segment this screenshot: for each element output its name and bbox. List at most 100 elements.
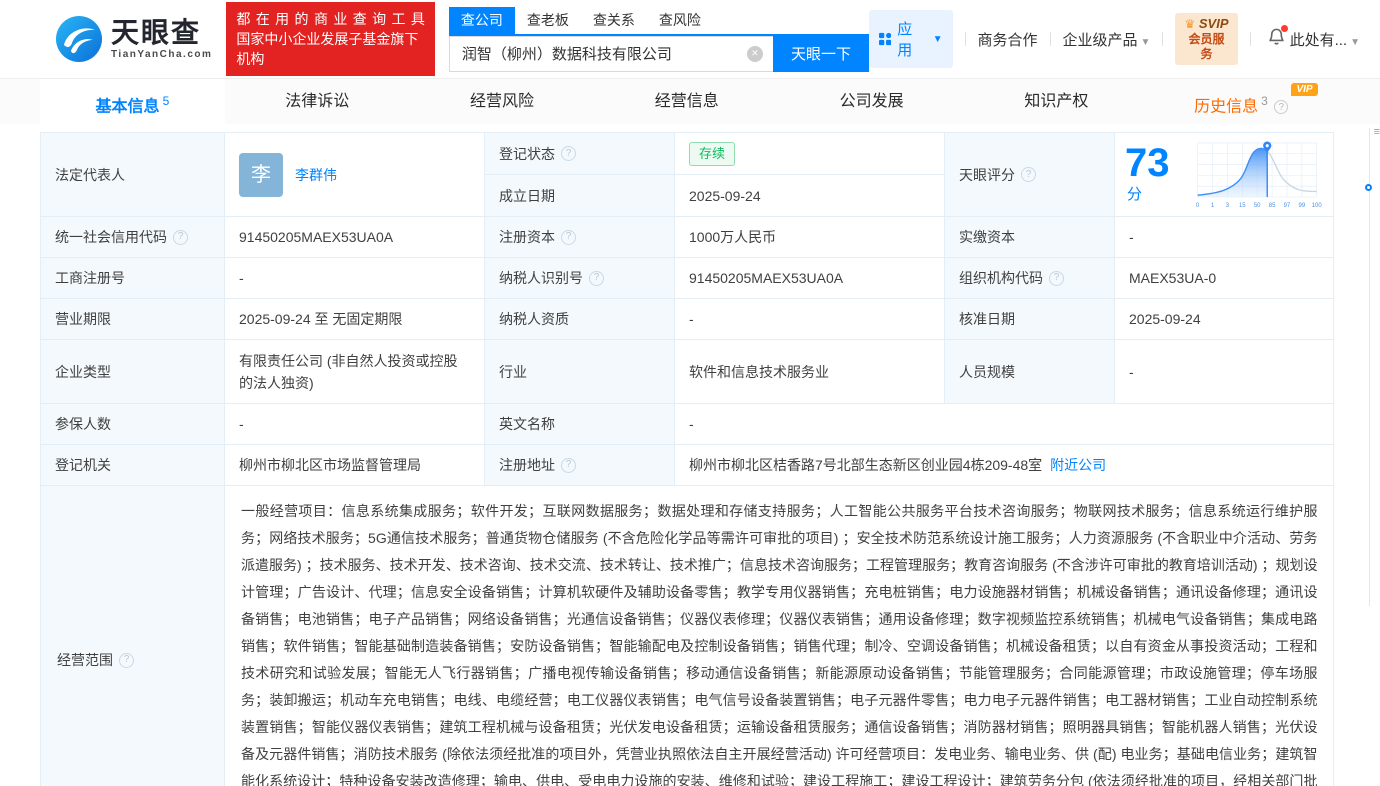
tab-operation-risk[interactable]: 经营风险 (410, 79, 595, 124)
field-label-reg-authority: 登记机关 (41, 445, 225, 486)
header: 天眼查 TianYanCha.com 都在用的商业查询工具 国家中小企业发展子基… (0, 0, 1380, 79)
help-question-icon[interactable]: ? (1021, 167, 1036, 182)
field-value-reg-status: 存续 (675, 133, 945, 175)
field-value-english-name: - (675, 404, 1334, 445)
brand-name: 天眼查 (111, 19, 212, 47)
divider (1250, 32, 1251, 46)
legal-rep-avatar[interactable]: 李 (239, 153, 283, 197)
field-label-org-code: 组织机构代码? (945, 258, 1115, 299)
field-label-score: 天眼评分? (945, 133, 1115, 217)
field-label-company-type: 企业类型 (41, 340, 225, 404)
help-question-icon[interactable]: ? (561, 458, 576, 473)
search-tab-boss[interactable]: 查老板 (515, 7, 581, 34)
field-label-taxpayer-id: 纳税人识别号? (485, 258, 675, 299)
search-tab-relation[interactable]: 查关系 (581, 7, 647, 34)
tab-basic-info[interactable]: 基本信息5 (40, 79, 225, 124)
tab-company-development[interactable]: 公司发展 (779, 79, 964, 124)
svg-text:3: 3 (1226, 203, 1230, 209)
search-tab-company[interactable]: 查公司 (449, 7, 515, 34)
search-button[interactable]: 天眼一下 (773, 36, 869, 72)
help-question-icon[interactable]: ? (561, 230, 576, 245)
nearby-companies-link[interactable]: 附近公司 (1050, 454, 1106, 476)
anchor-rail-dot[interactable] (1365, 184, 1372, 191)
help-question-icon[interactable]: ? (1049, 271, 1064, 286)
legal-rep-link[interactable]: 李群伟 (295, 164, 337, 186)
field-value-reg-address: 柳州市柳北区桔香路7号北部生态新区创业园4栋209-48室 附近公司 (675, 445, 1334, 486)
status-badge: 存续 (689, 142, 735, 166)
field-label-taxpayer-quality: 纳税人资质 (485, 299, 675, 340)
notifications-bell[interactable] (1267, 27, 1286, 51)
promo-banner: 都在用的商业查询工具 国家中小企业发展子基金旗下机构 (226, 2, 434, 76)
chevron-down-icon: ▼ (933, 34, 943, 45)
search-tab-risk[interactable]: 查风险 (647, 7, 713, 34)
field-value-taxpayer-quality: - (675, 299, 945, 340)
divider (1162, 32, 1163, 46)
field-value-taxpayer-id: 91450205MAEX53UA0A (675, 258, 945, 299)
field-value-insured-count: - (225, 404, 485, 445)
svip-member-badge[interactable]: ♛ SVIP 会员服务 (1175, 13, 1237, 65)
svg-text:0: 0 (1196, 203, 1200, 209)
field-label-business-scope: 经营范围? (41, 486, 225, 786)
basic-info-table: 法定代表人 李 李群伟 登记状态? 存续 天眼评分? 73分 (40, 132, 1334, 786)
field-value-business-term: 2025-09-24 至 无固定期限 (225, 299, 485, 340)
field-label-biz-reg-no: 工商注册号 (41, 258, 225, 299)
tab-legal-litigation[interactable]: 法律诉讼 (225, 79, 410, 124)
apps-menu[interactable]: 应用 ▼ (869, 10, 953, 68)
field-value-staff-size: - (1115, 340, 1334, 404)
business-scope-text: 一般经营项目：信息系统集成服务；软件开发；互联网数据服务；数据处理和存储支持服务… (241, 498, 1318, 786)
vip-badge: VIP (1291, 83, 1317, 96)
apps-label: 应用 (897, 18, 923, 60)
score-axis-labels: 0 1 3 15 50 85 97 99 100 (1196, 203, 1322, 209)
field-value-org-code: MAEX53UA-0 (1115, 258, 1334, 299)
tianyancha-logo[interactable]: 天眼查 TianYanCha.com (55, 15, 212, 63)
field-value-reg-authority: 柳州市柳北区市场监督管理局 (225, 445, 485, 486)
nav-enterprise[interactable]: 企业级产品▼ (1062, 29, 1150, 50)
field-label-reg-address: 注册地址? (485, 445, 675, 486)
field-value-reg-capital: 1000万人民币 (675, 217, 945, 258)
field-value-legal-rep: 李 李群伟 (225, 133, 485, 217)
promo-line2: 国家中小企业发展子基金旗下机构 (236, 29, 424, 69)
chevron-down-icon: ▼ (1140, 37, 1150, 48)
tab-business-info[interactable]: 经营信息 (594, 79, 779, 124)
crown-icon: ♛ (1184, 17, 1195, 31)
divider (965, 32, 966, 46)
help-question-icon[interactable]: ? (589, 271, 604, 286)
field-value-industry: 软件和信息技术服务业 (675, 340, 945, 404)
score-distribution-chart: 0 1 3 15 50 85 97 99 100 (1193, 135, 1323, 215)
field-label-business-term: 营业期限 (41, 299, 225, 340)
help-question-icon[interactable]: ? (173, 230, 188, 245)
nav-more[interactable]: 此处有...▼ (1290, 29, 1360, 50)
field-label-insured-count: 参保人数 (41, 404, 225, 445)
field-value-approval-date: 2025-09-24 (1115, 299, 1334, 340)
field-label-industry: 行业 (485, 340, 675, 404)
search-area: 查公司 查老板 查关系 查风险 ✕ 天眼一下 (449, 7, 869, 72)
app-grid-icon (879, 32, 891, 46)
tab-history-info[interactable]: VIP 历史信息3 ? (1149, 79, 1334, 124)
divider (1050, 32, 1051, 46)
field-value-establish-date: 2025-09-24 (675, 175, 945, 217)
tianyancha-company-page: 天眼查 TianYanCha.com 都在用的商业查询工具 国家中小企业发展子基… (0, 0, 1380, 786)
help-question-icon[interactable]: ? (119, 653, 134, 668)
brand-domain: TianYanCha.com (111, 50, 212, 60)
help-question-icon[interactable]: ? (561, 146, 576, 161)
field-label-reg-capital: 注册资本? (485, 217, 675, 258)
field-label-approval-date: 核准日期 (945, 299, 1115, 340)
anchor-menu-icon[interactable]: ≡ (1374, 126, 1379, 138)
search-tabs: 查公司 查老板 查关系 查风险 (449, 7, 869, 36)
tianyancha-logo-icon (55, 15, 103, 63)
nav-cooperation[interactable]: 商务合作 (978, 29, 1038, 50)
search-input[interactable] (449, 36, 773, 72)
svg-text:50: 50 (1254, 203, 1261, 209)
help-question-icon[interactable]: ? (1274, 100, 1288, 114)
field-value-score: 73分 (1115, 133, 1334, 217)
svg-text:15: 15 (1239, 203, 1246, 209)
field-value-biz-reg-no: - (225, 258, 485, 299)
svg-text:100: 100 (1312, 203, 1323, 209)
svg-text:1: 1 (1211, 203, 1215, 209)
promo-line1: 都在用的商业查询工具 (236, 9, 424, 29)
anchor-rail (1369, 128, 1370, 606)
field-value-credit-code: 91450205MAEX53UA0A (225, 217, 485, 258)
tab-intellectual-property[interactable]: 知识产权 (964, 79, 1149, 124)
notification-dot (1281, 25, 1288, 32)
clear-icon[interactable]: ✕ (747, 46, 763, 62)
